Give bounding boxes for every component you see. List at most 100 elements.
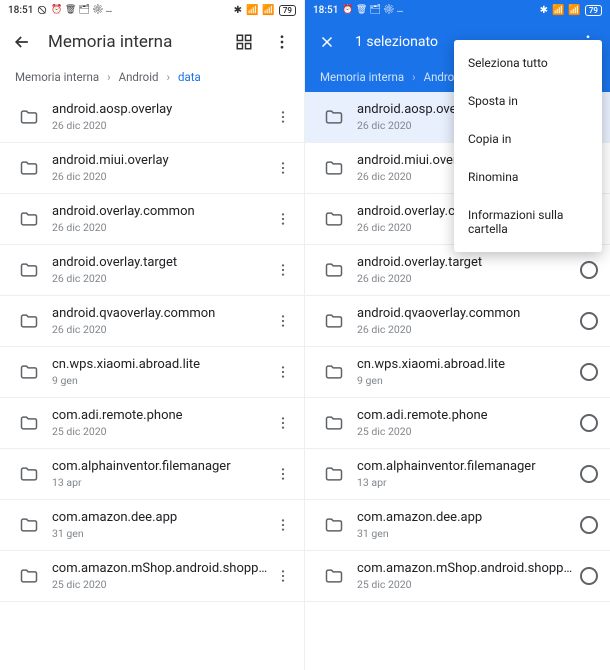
folder-date: 9 gen — [357, 374, 574, 387]
folder-icon — [317, 107, 351, 127]
folder-date: 25 dic 2020 — [52, 578, 268, 591]
folder-date: 26 dic 2020 — [52, 323, 268, 336]
folder-name: android.aosp.overlay — [52, 102, 268, 117]
menu-select-all[interactable]: Seleziona tutto — [454, 44, 602, 82]
menu-move-to[interactable]: Sposta in — [454, 82, 602, 120]
row-overflow-button[interactable] — [268, 415, 298, 431]
row-overflow-button[interactable] — [268, 211, 298, 227]
context-menu: Seleziona tutto Sposta in Copia in Rinom… — [454, 40, 602, 252]
battery-indicator: 79 — [279, 5, 296, 16]
folder-icon — [317, 311, 351, 331]
folder-name: com.adi.remote.phone — [357, 408, 574, 423]
row-select-radio[interactable] — [574, 312, 604, 330]
page-title: Memoria interna — [48, 32, 232, 52]
folder-date: 25 dic 2020 — [357, 578, 574, 591]
row-overflow-button[interactable] — [268, 364, 298, 380]
folder-row[interactable]: android.overlay.target26 dic 2020 — [305, 245, 610, 296]
folder-icon — [317, 260, 351, 280]
folder-row[interactable]: com.adi.remote.phone25 dic 2020 — [305, 398, 610, 449]
menu-folder-info[interactable]: Informazioni sulla cartella — [454, 196, 602, 248]
folder-row[interactable]: android.aosp.overlay 26 dic 2020 — [0, 92, 304, 143]
folder-icon — [12, 311, 46, 331]
folder-icon — [317, 158, 351, 178]
folder-row[interactable]: com.alphainventor.filemanager 13 apr — [0, 449, 304, 500]
folder-name: com.adi.remote.phone — [52, 408, 268, 423]
row-overflow-button[interactable] — [268, 568, 298, 584]
folder-date: 9 gen — [52, 374, 268, 387]
row-select-radio[interactable] — [574, 567, 604, 585]
row-overflow-button[interactable] — [268, 160, 298, 176]
menu-rename[interactable]: Rinomina — [454, 158, 602, 196]
row-overflow-button[interactable] — [268, 517, 298, 533]
folder-icon — [12, 107, 46, 127]
chevron-right-icon: › — [167, 70, 170, 84]
row-select-radio[interactable] — [574, 414, 604, 432]
folder-row[interactable]: com.adi.remote.phone25 dic 2020 — [0, 398, 304, 449]
status-bar: 18:51 ⏰ 🗑 🗂 ⚙ … ✱ 📶 📶 79 — [0, 0, 304, 20]
folder-name: android.qvaoverlay.common — [52, 306, 268, 321]
crumb-android[interactable]: Android — [119, 70, 159, 84]
status-time: 18:51 — [8, 5, 33, 16]
folder-icon — [317, 566, 351, 586]
folder-date: 26 dic 2020 — [52, 221, 268, 234]
folder-row[interactable]: cn.wps.xiaomi.abroad.lite9 gen — [0, 347, 304, 398]
folder-date: 26 dic 2020 — [52, 119, 268, 132]
folder-row[interactable]: com.alphainventor.filemanager13 apr — [305, 449, 610, 500]
folder-icon — [12, 413, 46, 433]
status-bar: 18:51 ⏰ 🗑 🗂 ⚙ … ✱ 📶 📶 79 — [305, 0, 610, 20]
crumb-root[interactable]: Memoria interna — [15, 70, 99, 84]
folder-row[interactable]: com.amazon.dee.app31 gen — [0, 500, 304, 551]
breadcrumb: Memoria interna › Android › data — [0, 64, 304, 92]
folder-name: android.overlay.common — [52, 204, 268, 219]
overflow-menu-button[interactable] — [270, 30, 294, 54]
folder-name: com.amazon.mShop.android.shopping — [357, 561, 574, 576]
row-overflow-button[interactable] — [268, 262, 298, 278]
folder-date: 13 apr — [52, 476, 268, 489]
folder-row[interactable]: com.amazon.mShop.android.shopping 25 dic … — [305, 551, 610, 602]
folder-row[interactable]: android.miui.overlay 26 dic 2020 — [0, 143, 304, 194]
folder-name: com.alphainventor.filemanager — [52, 459, 268, 474]
crumb-root[interactable]: Memoria interna — [320, 70, 404, 84]
folder-name: android.overlay.target — [357, 255, 574, 270]
folder-icon — [12, 209, 46, 229]
folder-icon — [12, 362, 46, 382]
folder-list: android.aosp.overlay26 dic 2020android.m… — [0, 92, 304, 602]
folder-row[interactable]: android.overlay.common 26 dic 2020 — [0, 194, 304, 245]
folder-row[interactable]: android.qvaoverlay.common 26 dic 2020 — [0, 296, 304, 347]
folder-row[interactable]: com.amazon.mShop.android.shopping 25 dic … — [0, 551, 304, 602]
folder-icon — [12, 158, 46, 178]
row-select-radio[interactable] — [574, 363, 604, 381]
row-select-radio[interactable] — [574, 261, 604, 279]
row-overflow-button[interactable] — [268, 313, 298, 329]
folder-icon — [317, 362, 351, 382]
folder-name: android.overlay.target — [52, 255, 268, 270]
folder-name: com.amazon.mShop.android.shopping — [52, 561, 268, 576]
folder-name: android.qvaoverlay.common — [357, 306, 574, 321]
status-icons-left — [37, 5, 47, 15]
row-select-radio[interactable] — [574, 465, 604, 483]
panel-normal: 18:51 ⏰ 🗑 🗂 ⚙ … ✱ 📶 📶 79 Memoria interna… — [0, 0, 305, 670]
chevron-right-icon: › — [412, 70, 415, 84]
menu-copy-to[interactable]: Copia in — [454, 120, 602, 158]
folder-name: com.alphainventor.filemanager — [357, 459, 574, 474]
folder-name: cn.wps.xiaomi.abroad.lite — [357, 357, 574, 372]
grid-view-button[interactable] — [232, 30, 256, 54]
close-selection-button[interactable] — [315, 30, 339, 54]
folder-name: android.miui.overlay — [52, 153, 268, 168]
folder-icon — [317, 209, 351, 229]
status-time: 18:51 — [313, 5, 338, 16]
appbar: Memoria interna — [0, 20, 304, 64]
folder-row[interactable]: android.overlay.target26 dic 2020 — [0, 245, 304, 296]
row-overflow-button[interactable] — [268, 109, 298, 125]
folder-row[interactable]: com.amazon.dee.app31 gen — [305, 500, 610, 551]
row-select-radio[interactable] — [574, 516, 604, 534]
folder-icon — [317, 413, 351, 433]
folder-row[interactable]: android.qvaoverlay.common26 dic 2020 — [305, 296, 610, 347]
folder-icon — [12, 566, 46, 586]
panel-selection: 18:51 ⏰ 🗑 🗂 ⚙ … ✱ 📶 📶 79 1 selezionato M… — [305, 0, 610, 670]
folder-row[interactable]: cn.wps.xiaomi.abroad.lite 9 gen — [305, 347, 610, 398]
back-button[interactable] — [10, 30, 34, 54]
folder-icon — [317, 515, 351, 535]
row-overflow-button[interactable] — [268, 466, 298, 482]
folder-date: 26 dic 2020 — [52, 170, 268, 183]
